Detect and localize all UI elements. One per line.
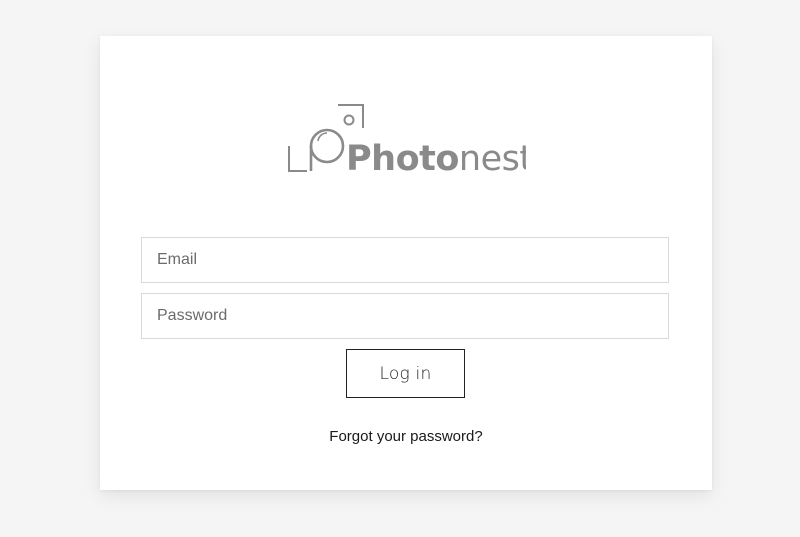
email-field[interactable]: [141, 237, 669, 283]
login-button[interactable]: Log in: [346, 349, 465, 398]
logo-text-bold: Photo: [346, 139, 459, 178]
login-card: Photonesto Log in Forgot your password?: [100, 36, 712, 490]
logo-text-light: nesto: [459, 139, 526, 178]
forgot-password-link[interactable]: Forgot your password?: [100, 428, 712, 446]
password-field[interactable]: [141, 293, 669, 339]
photonesto-logo: Photonesto: [286, 102, 526, 178]
svg-text:Photonesto: Photonesto: [346, 139, 526, 178]
